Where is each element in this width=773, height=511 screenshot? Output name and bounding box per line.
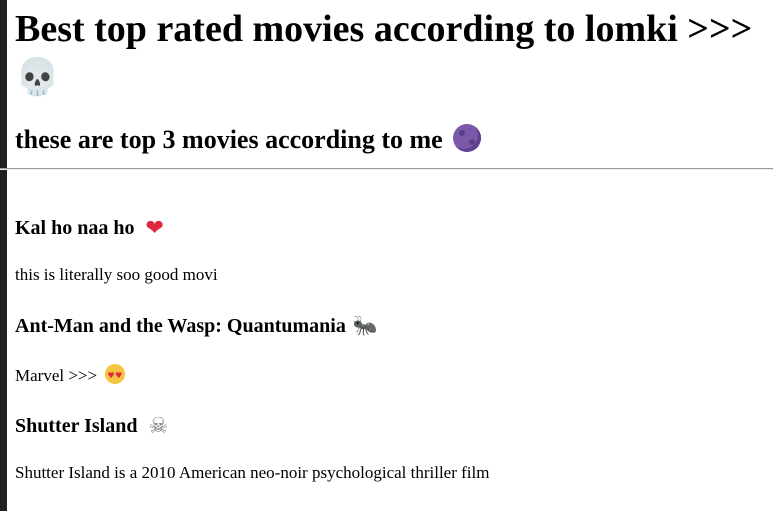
movie-title-text: Kal ho naa ho bbox=[15, 217, 135, 239]
page-subtitle: these are top 3 movies according to me bbox=[15, 124, 773, 156]
movie-description-3: Shutter Island is a 2010 American neo-no… bbox=[15, 463, 490, 482]
movie-title-3: Shutter Island ☠ bbox=[15, 413, 168, 440]
heart-icon: ❤ bbox=[145, 216, 164, 241]
movie-description-1: this is literally soo good movi bbox=[15, 265, 218, 284]
heart-eyes-icon bbox=[105, 364, 126, 387]
movie-description-text: Marvel >>> bbox=[15, 366, 98, 385]
skull-crossbones-icon: ☠ bbox=[148, 414, 169, 439]
ant-icon: 🐜 bbox=[352, 313, 378, 337]
movie-description-2: Marvel >>> bbox=[15, 364, 126, 387]
page-content: Best top rated movies according to lomki… bbox=[0, 0, 773, 482]
movie-title-text: Ant-Man and the Wasp: Quantumania bbox=[15, 315, 346, 337]
movie-title-text: Shutter Island bbox=[15, 415, 138, 437]
page-title-text: Best top rated movies according to lomki… bbox=[15, 8, 753, 50]
window-left-edge bbox=[0, 0, 7, 511]
page-title: Best top rated movies according to lomki… bbox=[15, 6, 773, 52]
page-subtitle-text: these are top 3 movies according to me bbox=[15, 125, 443, 154]
divider bbox=[0, 168, 773, 170]
movie-title-2: Ant-Man and the Wasp: Quantumania 🐜 bbox=[15, 312, 378, 339]
skull-icon: 💀 bbox=[15, 57, 60, 98]
movie-title-1: Kal ho naa ho ❤ bbox=[15, 215, 164, 242]
moon-face-icon bbox=[453, 124, 482, 152]
